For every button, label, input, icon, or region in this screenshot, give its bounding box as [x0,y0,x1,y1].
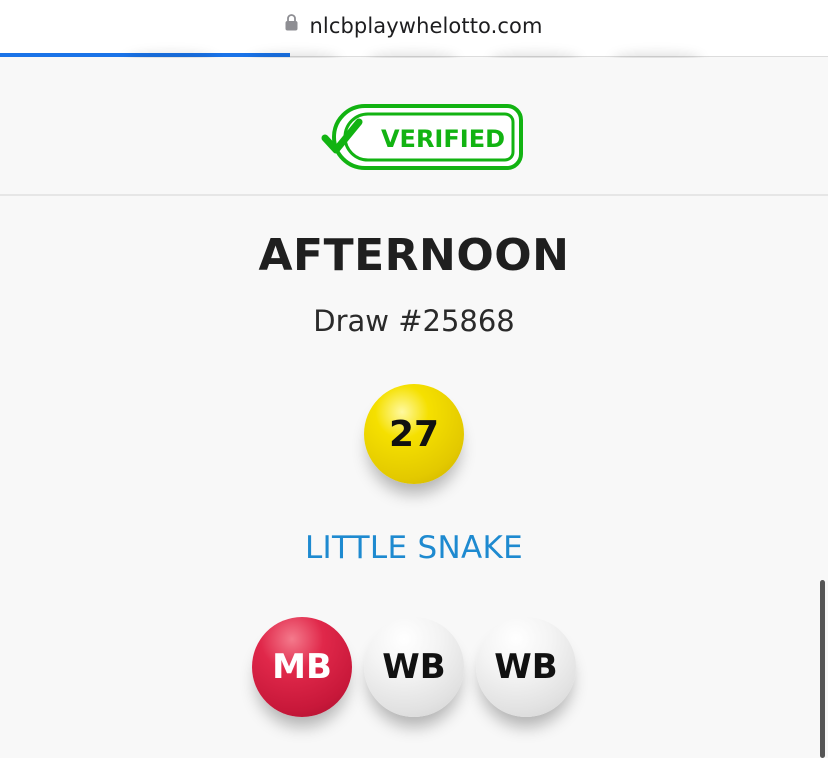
verified-badge: VERIFIED [305,102,525,176]
verified-section: VERIFIED [0,58,828,194]
machine-ball: MB [252,617,352,717]
ball-label: WB [494,647,558,687]
url-container[interactable]: nlcbplaywhelotto.com [0,13,828,38]
white-ball: WB [476,617,576,717]
url-text[interactable]: nlcbplaywhelotto.com [310,14,543,38]
verified-label: VERIFIED [381,125,505,153]
lock-icon [285,13,298,35]
section-divider [0,194,828,196]
draw-number: Draw #25868 [313,304,515,338]
browser-address-bar[interactable]: nlcbplaywhelotto.com [0,0,828,57]
page: nlcbplaywhelotto.com VERIFIED AFTERNOON … [0,0,828,758]
ball-label: WB [382,647,446,687]
winning-number-ball: 27 [364,384,464,484]
draw-title: AFTERNOON [258,230,570,281]
white-ball: WB [364,617,464,717]
winning-number: 27 [388,413,440,455]
mark-name: LITTLE SNAKE [304,530,524,566]
vertical-scrollbar[interactable] [820,580,825,758]
ball-label: MB [272,647,332,687]
